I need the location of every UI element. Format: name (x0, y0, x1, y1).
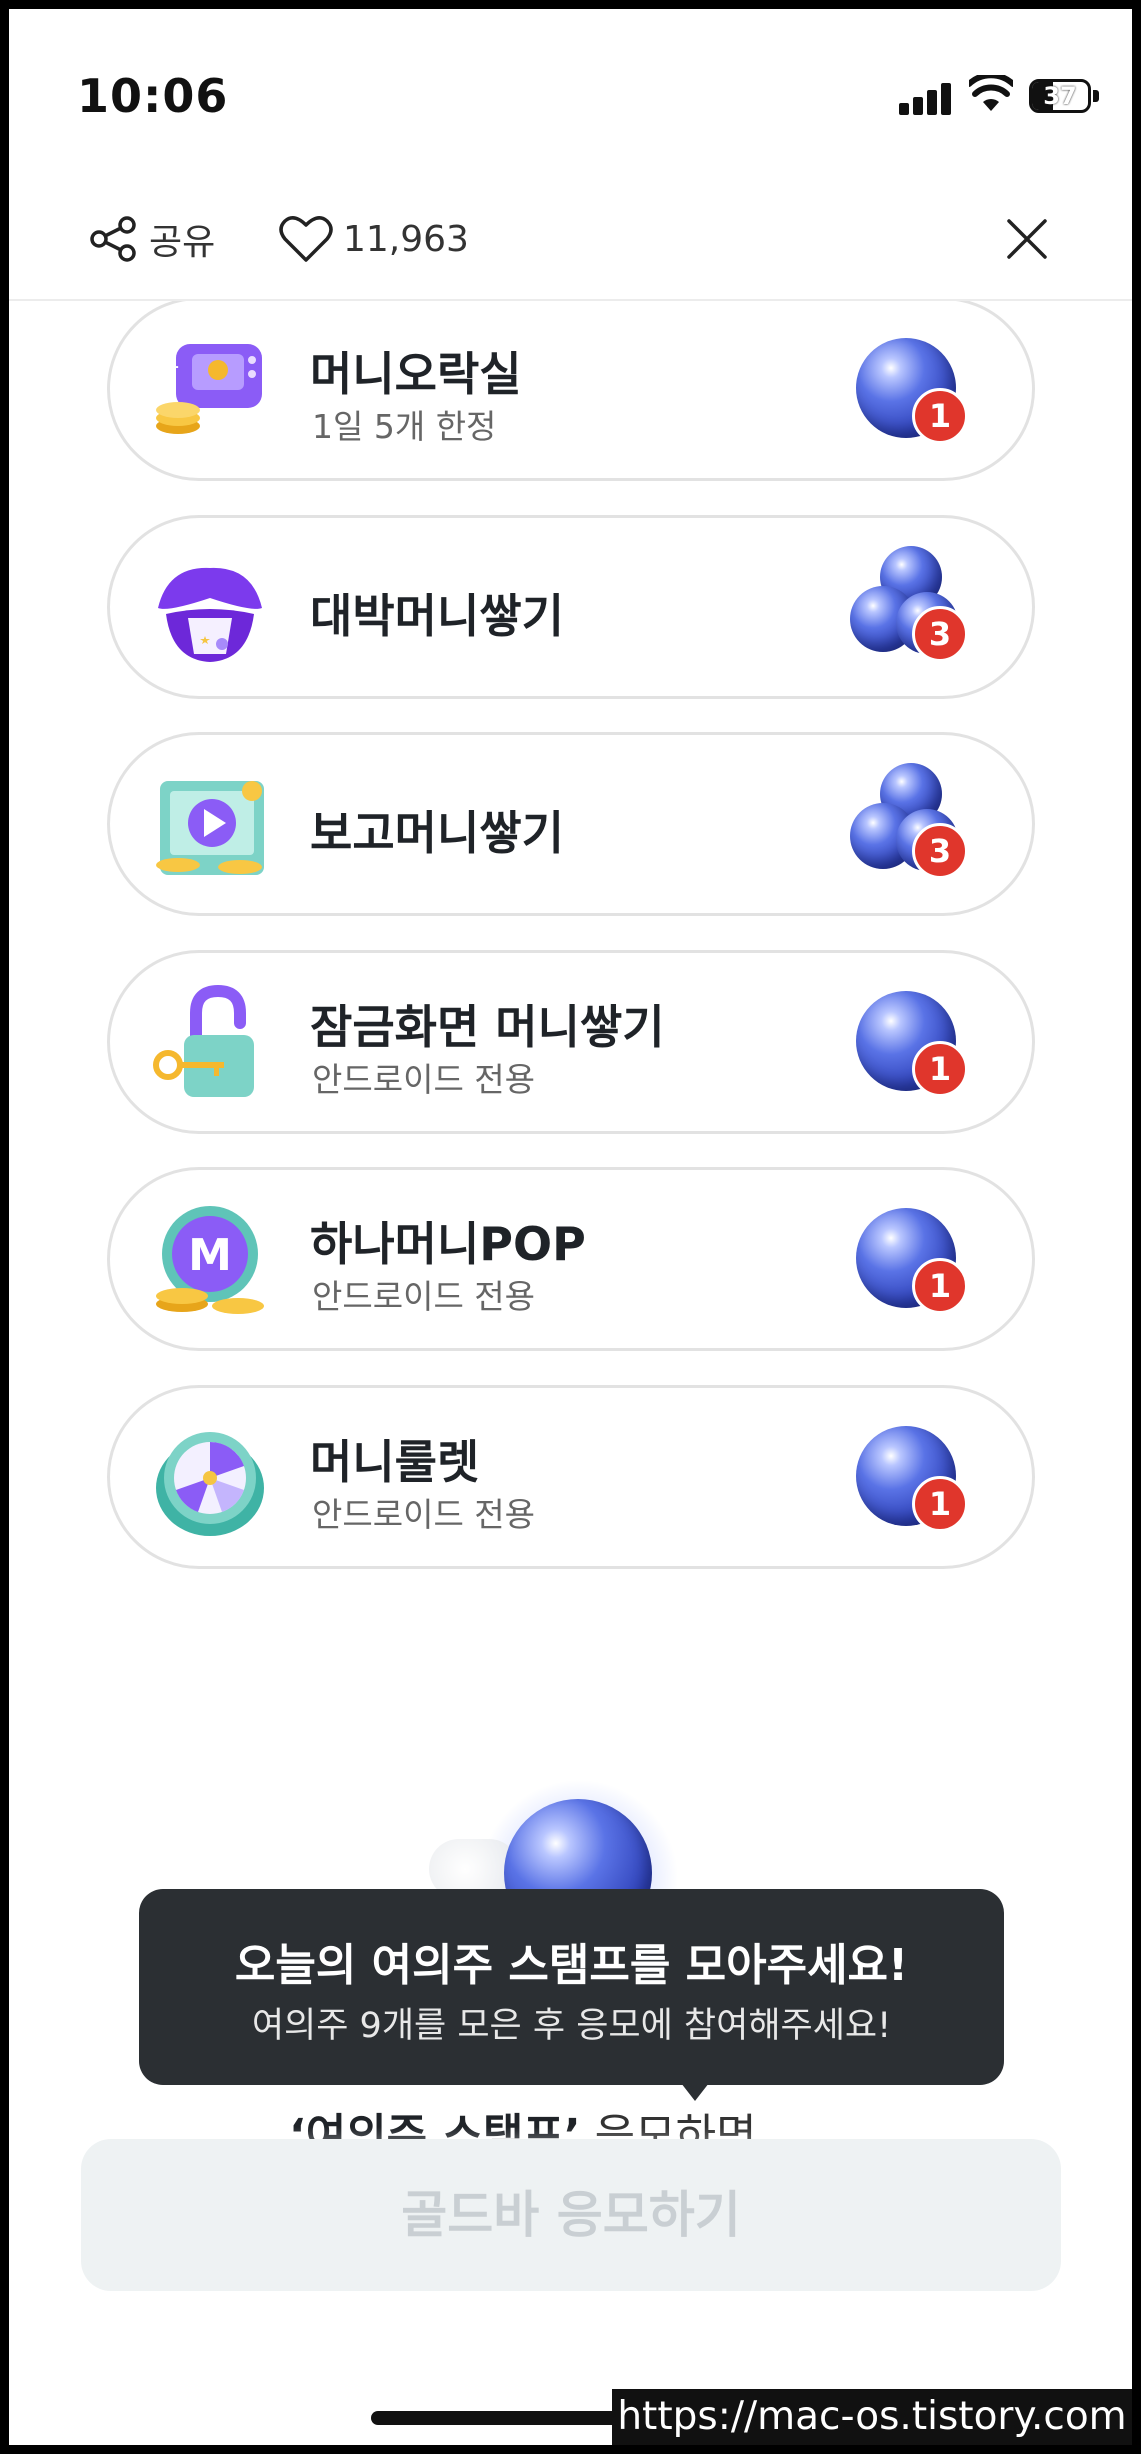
reward-orbs: 1 (840, 328, 970, 456)
reward-count-badge: 1 (912, 1041, 968, 1097)
tooltip-tail (681, 2083, 709, 2101)
game-console-icon: + (156, 344, 262, 434)
mission-card[interactable]: M 하나머니POP 안드로이드 전용 1 (107, 1167, 1035, 1351)
battery-level: 37 (1043, 82, 1077, 110)
top-header: 공유 11,963 (9, 189, 1132, 301)
reward-count-badge: 3 (912, 606, 968, 662)
watermark-url: https://mac-os.tistory.com (612, 2389, 1132, 2445)
reward-orbs: 1 (840, 1198, 970, 1326)
hana-money-coin-icon: M (156, 1206, 264, 1314)
svg-text:+: + (162, 355, 180, 380)
mission-title: 대박머니쌓기 (310, 589, 564, 643)
mission-subtitle: 1일 5개 한정 (312, 407, 497, 446)
mission-title: 머니오락실 (310, 347, 522, 401)
mission-subtitle: 안드로이드 전용 (312, 1277, 536, 1316)
mission-card[interactable]: + 머니오락실 1일 5개 한정 1 (107, 297, 1035, 481)
heart-icon (279, 216, 333, 262)
status-bar: 10:06 37 (9, 9, 1132, 169)
cellular-signal-icon (899, 81, 953, 115)
mission-title: 잠금화면 머니쌓기 (310, 1000, 665, 1054)
reward-count-badge: 3 (912, 823, 968, 879)
padlock-key-icon (153, 984, 254, 1097)
mission-card[interactable]: 대박머니쌓기 3 (107, 515, 1035, 699)
wifi-icon (969, 75, 1013, 111)
stamp-tooltip: 오늘의 여의주 스탬프를 모아주세요! 여의주 9개를 모은 후 응모에 참여해… (139, 1889, 1004, 2101)
battery-icon: 37 (1029, 79, 1101, 115)
roulette-wheel-icon (156, 1432, 264, 1536)
reward-orbs: 3 (840, 763, 970, 891)
mission-card[interactable]: 머니룰렛 안드로이드 전용 1 (107, 1385, 1035, 1569)
app-screen: 10:06 37 + 머니오락실 1일 5개 한정 1 대박머니쌓기 3 보고머… (9, 9, 1132, 2445)
reward-count-badge: 1 (912, 1476, 968, 1532)
share-label: 공유 (149, 222, 216, 263)
video-play-icon (156, 781, 264, 875)
mission-card[interactable]: 보고머니쌓기 3 (107, 732, 1035, 916)
mission-subtitle: 안드로이드 전용 (312, 1060, 536, 1099)
gold-bar-apply-button[interactable]: 골드바 응모하기 (81, 2139, 1061, 2291)
like-button[interactable]: 11,963 (279, 209, 469, 269)
mission-card[interactable]: 잠금화면 머니쌓기 안드로이드 전용 1 (107, 950, 1035, 1134)
reward-orbs: 1 (840, 1416, 970, 1544)
share-button[interactable]: 공유 (87, 209, 215, 269)
tooltip-body: 여의주 9개를 모은 후 응모에 참여해주세요! (251, 2006, 892, 2046)
tooltip-title: 오늘의 여의주 스탬프를 모아주세요! (234, 1940, 909, 1991)
like-count: 11,963 (343, 218, 469, 260)
share-icon (90, 216, 136, 262)
reward-count-badge: 1 (912, 388, 968, 444)
svg-text:M: M (188, 1230, 232, 1281)
mission-subtitle: 안드로이드 전용 (312, 1495, 536, 1534)
mission-title: 보고머니쌓기 (310, 806, 564, 860)
mission-title: 하나머니POP (310, 1217, 586, 1271)
reward-orbs: 1 (840, 981, 970, 1109)
status-time: 10:06 (77, 69, 229, 123)
mission-title: 머니룰렛 (310, 1435, 480, 1489)
reward-orbs: 3 (840, 546, 970, 674)
close-icon[interactable] (999, 211, 1055, 267)
purple-egg-icon (158, 567, 262, 662)
reward-count-badge: 1 (912, 1258, 968, 1314)
